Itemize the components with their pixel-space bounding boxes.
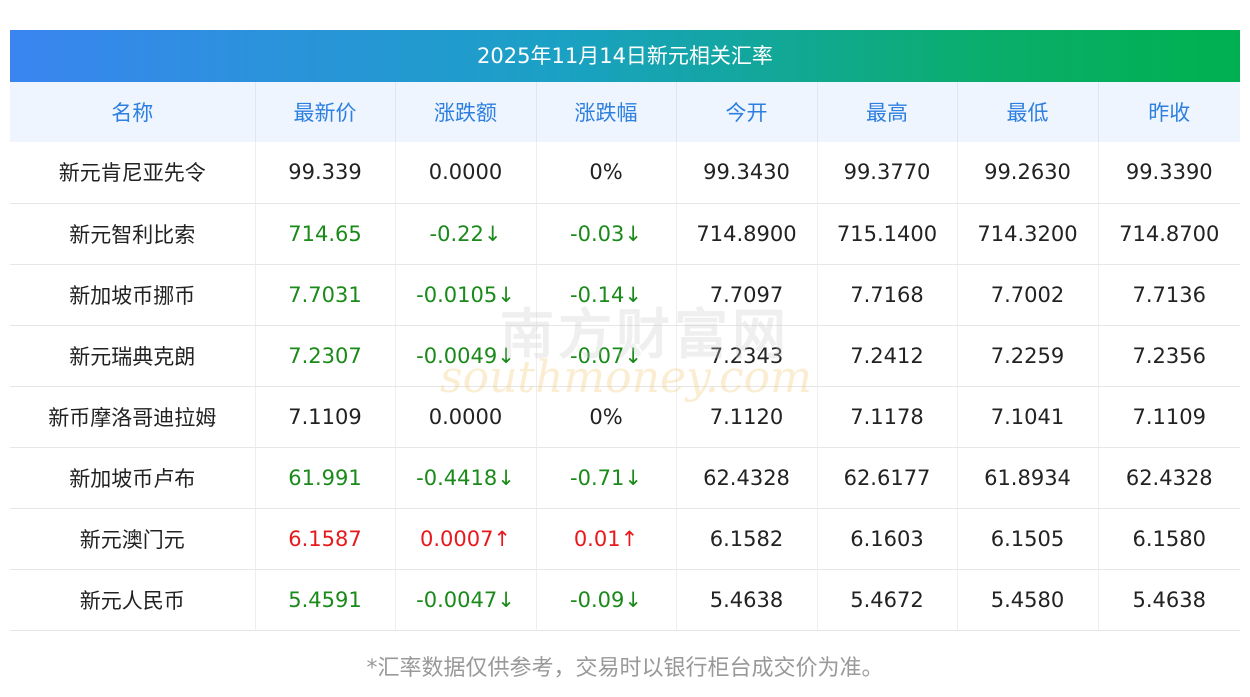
- cell-latest: 99.339: [255, 142, 396, 204]
- cell-low: 714.3200: [957, 203, 1099, 265]
- cell-name: 新元澳门元: [10, 508, 256, 570]
- cell-latest: 61.991: [255, 447, 396, 509]
- cell-latest: 6.1587: [255, 508, 396, 570]
- table-row: 新元瑞典克朗 7.2307 -0.0049↓ -0.07↓ 7.2343 7.2412 7.…: [10, 325, 1240, 387]
- cell-open: 7.7097: [676, 264, 818, 326]
- cell-change: 0.0007↑: [395, 508, 537, 570]
- cell-high: 7.2412: [817, 325, 958, 387]
- cell-open: 99.3430: [676, 142, 818, 204]
- cell-latest: 7.1109: [255, 386, 396, 448]
- cell-high: 5.4672: [817, 569, 958, 631]
- cell-prev-close: 7.2356: [1098, 325, 1240, 387]
- cell-latest: 7.2307: [255, 325, 396, 387]
- header-latest: 最新价: [255, 82, 396, 142]
- cell-latest: 7.7031: [255, 264, 396, 326]
- header-low: 最低: [957, 82, 1099, 142]
- cell-high: 99.3770: [817, 142, 958, 204]
- cell-open: 7.2343: [676, 325, 818, 387]
- cell-low: 7.2259: [957, 325, 1099, 387]
- header-change-pct: 涨跌幅: [536, 82, 677, 142]
- cell-change: -0.0047↓: [395, 569, 537, 631]
- cell-change: 0.0000: [395, 386, 537, 448]
- cell-low: 61.8934: [957, 447, 1099, 509]
- cell-change-pct: -0.07↓: [536, 325, 677, 387]
- cell-change-pct: -0.09↓: [536, 569, 677, 631]
- cell-latest: 714.65: [255, 203, 396, 265]
- cell-change-pct: -0.03↓: [536, 203, 677, 265]
- header-open: 今开: [676, 82, 818, 142]
- cell-change: 0.0000: [395, 142, 537, 204]
- table-title: 2025年11月14日新元相关汇率: [10, 30, 1240, 82]
- cell-open: 6.1582: [676, 508, 818, 570]
- cell-name: 新元人民币: [10, 569, 256, 631]
- cell-name: 新元瑞典克朗: [10, 325, 256, 387]
- table-row: 新元人民币 5.4591 -0.0047↓ -0.09↓ 5.4638 5.4672 5.4…: [10, 569, 1240, 631]
- rate-table-container: 2025年11月14日新元相关汇率 名称 最新价 涨跌额 涨跌幅 今开 最高 最…: [10, 30, 1240, 631]
- table-row: 新加坡币卢布 61.991 -0.4418↓ -0.71↓ 62.4328 62.6177…: [10, 447, 1240, 509]
- cell-open: 714.8900: [676, 203, 818, 265]
- cell-name: 新币摩洛哥迪拉姆: [10, 386, 256, 448]
- cell-prev-close: 5.4638: [1098, 569, 1240, 631]
- cell-change: -0.4418↓: [395, 447, 537, 509]
- cell-name: 新元智利比索: [10, 203, 256, 265]
- cell-low: 5.4580: [957, 569, 1099, 631]
- cell-latest: 5.4591: [255, 569, 396, 631]
- cell-low: 99.2630: [957, 142, 1099, 204]
- cell-low: 7.1041: [957, 386, 1099, 448]
- cell-name: 新元肯尼亚先令: [10, 142, 256, 204]
- cell-high: 7.7168: [817, 264, 958, 326]
- header-change: 涨跌额: [395, 82, 537, 142]
- header-name: 名称: [10, 82, 256, 142]
- cell-open: 62.4328: [676, 447, 818, 509]
- cell-change-pct: 0%: [536, 386, 677, 448]
- cell-prev-close: 7.7136: [1098, 264, 1240, 326]
- cell-high: 6.1603: [817, 508, 958, 570]
- cell-name: 新加坡币挪币: [10, 264, 256, 326]
- cell-change-pct: -0.14↓: [536, 264, 677, 326]
- exchange-rate-table: 名称 最新价 涨跌额 涨跌幅 今开 最高 最低 昨收 新元肯尼亚先令 99.339…: [10, 82, 1240, 631]
- cell-prev-close: 714.8700: [1098, 203, 1240, 265]
- cell-prev-close: 62.4328: [1098, 447, 1240, 509]
- cell-prev-close: 6.1580: [1098, 508, 1240, 570]
- table-row: 新元澳门元 6.1587 0.0007↑ 0.01↑ 6.1582 6.1603 6.150…: [10, 508, 1240, 570]
- cell-high: 7.1178: [817, 386, 958, 448]
- cell-prev-close: 99.3390: [1098, 142, 1240, 204]
- table-row: 新元肯尼亚先令 99.339 0.0000 0% 99.3430 99.3770 99.26…: [10, 142, 1240, 204]
- cell-prev-close: 7.1109: [1098, 386, 1240, 448]
- cell-change-pct: -0.71↓: [536, 447, 677, 509]
- cell-name: 新加坡币卢布: [10, 447, 256, 509]
- header-high: 最高: [817, 82, 958, 142]
- cell-low: 6.1505: [957, 508, 1099, 570]
- cell-change: -0.0049↓: [395, 325, 537, 387]
- header-prev-close: 昨收: [1148, 101, 1191, 125]
- cell-low: 7.7002: [957, 264, 1099, 326]
- cell-open: 7.1120: [676, 386, 818, 448]
- cell-high: 715.1400: [817, 203, 958, 265]
- table-row: 新加坡币挪币 7.7031 -0.0105↓ -0.14↓ 7.7097 7.7168 7.…: [10, 264, 1240, 326]
- table-row: 新元智利比索 714.65 -0.22↓ -0.03↓ 714.8900 715.1400…: [10, 203, 1240, 265]
- cell-change: -0.22↓: [395, 203, 537, 265]
- cell-change: -0.0105↓: [395, 264, 537, 326]
- table-row: 新币摩洛哥迪拉姆 7.1109 0.0000 0% 7.1120 7.1178 7.1041…: [10, 386, 1240, 448]
- cell-open: 5.4638: [676, 569, 818, 631]
- footnote: *汇率数据仅供参考，交易时以银行柜台成交价为准。: [366, 656, 884, 681]
- cell-change-pct: 0.01↑: [536, 508, 677, 570]
- cell-change-pct: 0%: [536, 142, 677, 204]
- table-header-row: 名称 最新价 涨跌额 涨跌幅 今开 最高 最低 昨收: [10, 82, 1240, 142]
- cell-high: 62.6177: [817, 447, 958, 509]
